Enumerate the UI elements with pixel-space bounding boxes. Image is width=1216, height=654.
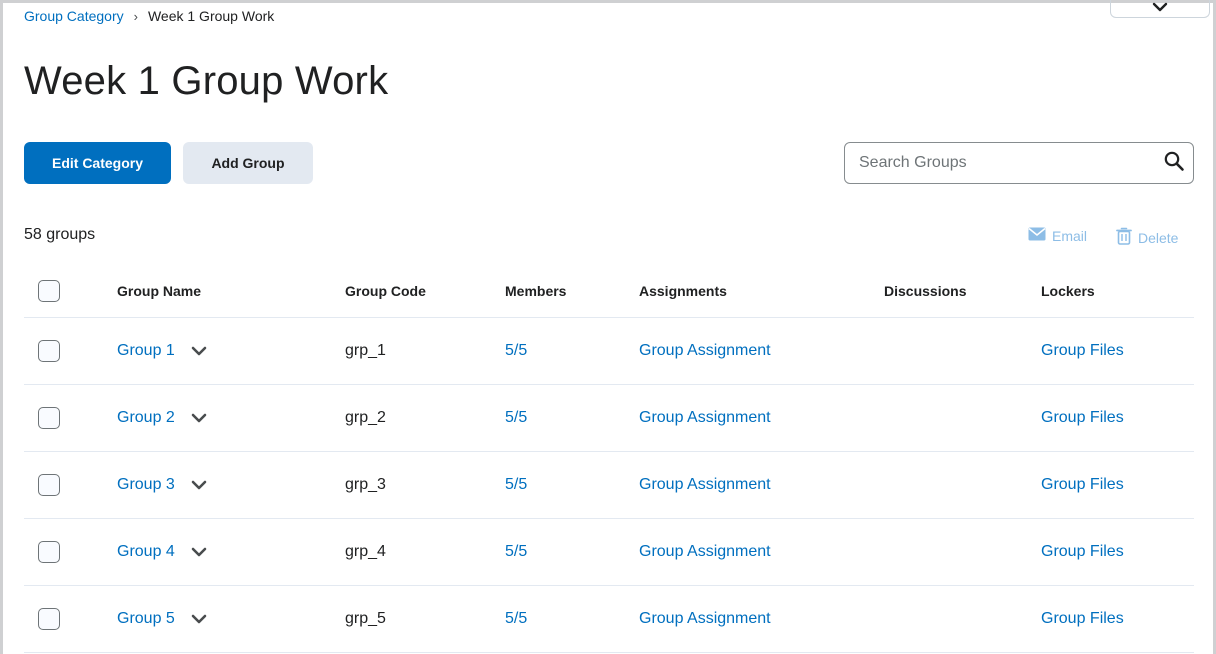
table-row: Group 3 grp_3 5/5 Group Assignment Group…	[24, 452, 1194, 519]
header-assignments: Assignments	[639, 283, 727, 299]
row-checkbox[interactable]	[38, 608, 60, 630]
table-row: Group 2 grp_2 5/5 Group Assignment Group…	[24, 385, 1194, 452]
header-group-code[interactable]: Group Code	[345, 283, 426, 299]
chevron-down-icon	[1152, 0, 1168, 17]
table-row: Group 5 grp_5 5/5 Group Assignment Group…	[24, 586, 1194, 653]
group-code: grp_4	[345, 543, 386, 560]
members-link[interactable]: 5/5	[505, 342, 527, 360]
group-name-cell: Group 4	[117, 543, 207, 561]
assignment-link[interactable]: Group Assignment	[639, 543, 771, 561]
group-name-link[interactable]: Group 2	[117, 409, 175, 427]
breadcrumb-separator: ›	[133, 8, 138, 24]
search-input[interactable]	[859, 154, 1163, 172]
locker-link[interactable]: Group Files	[1041, 543, 1124, 561]
edit-category-button[interactable]: Edit Category	[24, 142, 171, 184]
email-action-label: Email	[1052, 227, 1088, 244]
breadcrumb-link-group-category[interactable]: Group Category	[24, 8, 124, 24]
chevron-down-icon[interactable]	[191, 611, 207, 627]
table-row: Group 1 grp_1 5/5 Group Assignment Group…	[24, 318, 1194, 385]
locker-link[interactable]: Group Files	[1041, 342, 1124, 360]
search-groups	[844, 142, 1194, 184]
delete-action[interactable]: Delete	[1116, 227, 1178, 248]
table-row: Group 4 grp_4 5/5 Group Assignment Group…	[24, 519, 1194, 586]
assignment-link[interactable]: Group Assignment	[639, 342, 771, 360]
envelope-icon	[1028, 227, 1046, 244]
header-discussions: Discussions	[884, 283, 967, 299]
assignment-link[interactable]: Group Assignment	[639, 610, 771, 628]
members-link[interactable]: 5/5	[505, 610, 527, 628]
header-members[interactable]: Members	[505, 283, 566, 299]
add-group-button[interactable]: Add Group	[183, 142, 313, 184]
group-name-cell: Group 1	[117, 342, 207, 360]
group-code: grp_2	[345, 409, 386, 426]
group-code: grp_3	[345, 476, 386, 493]
group-name-link[interactable]: Group 4	[117, 543, 175, 561]
group-name-cell: Group 5	[117, 610, 207, 628]
row-checkbox[interactable]	[38, 474, 60, 496]
group-name-link[interactable]: Group 3	[117, 476, 175, 494]
chevron-down-icon[interactable]	[191, 410, 207, 426]
chevron-down-icon[interactable]	[191, 343, 207, 359]
group-name-link[interactable]: Group 1	[117, 342, 175, 360]
row-checkbox[interactable]	[38, 407, 60, 429]
group-code: grp_5	[345, 610, 386, 627]
locker-link[interactable]: Group Files	[1041, 409, 1124, 427]
group-name-cell: Group 3	[117, 476, 207, 494]
locker-link[interactable]: Group Files	[1041, 476, 1124, 494]
header-lockers: Lockers	[1041, 283, 1095, 299]
chevron-down-icon[interactable]	[191, 477, 207, 493]
select-all-checkbox[interactable]	[38, 280, 60, 302]
page-title: Week 1 Group Work	[24, 59, 389, 103]
members-link[interactable]: 5/5	[505, 476, 527, 494]
row-checkbox[interactable]	[38, 541, 60, 563]
top-dropdown-toggle[interactable]	[1110, 0, 1210, 18]
members-link[interactable]: 5/5	[505, 409, 527, 427]
group-code: grp_1	[345, 342, 386, 359]
locker-link[interactable]: Group Files	[1041, 610, 1124, 628]
group-name-cell: Group 2	[117, 409, 207, 427]
breadcrumb: Group Category › Week 1 Group Work	[24, 8, 274, 24]
group-count: 58 groups	[24, 226, 96, 243]
groups-table: Group Name Group Code Members Assignment…	[24, 265, 1194, 653]
trash-icon	[1116, 227, 1132, 248]
table-header-row: Group Name Group Code Members Assignment…	[24, 265, 1194, 318]
chevron-down-icon[interactable]	[191, 544, 207, 560]
header-group-name[interactable]: Group Name	[117, 283, 201, 299]
row-checkbox[interactable]	[38, 340, 60, 362]
breadcrumb-current: Week 1 Group Work	[147, 8, 275, 24]
members-link[interactable]: 5/5	[505, 543, 527, 561]
assignment-link[interactable]: Group Assignment	[639, 476, 771, 494]
assignment-link[interactable]: Group Assignment	[639, 409, 771, 427]
email-action[interactable]: Email	[1028, 227, 1087, 244]
group-name-link[interactable]: Group 5	[117, 610, 175, 628]
search-icon[interactable]	[1163, 150, 1185, 177]
delete-action-label: Delete	[1138, 229, 1179, 246]
